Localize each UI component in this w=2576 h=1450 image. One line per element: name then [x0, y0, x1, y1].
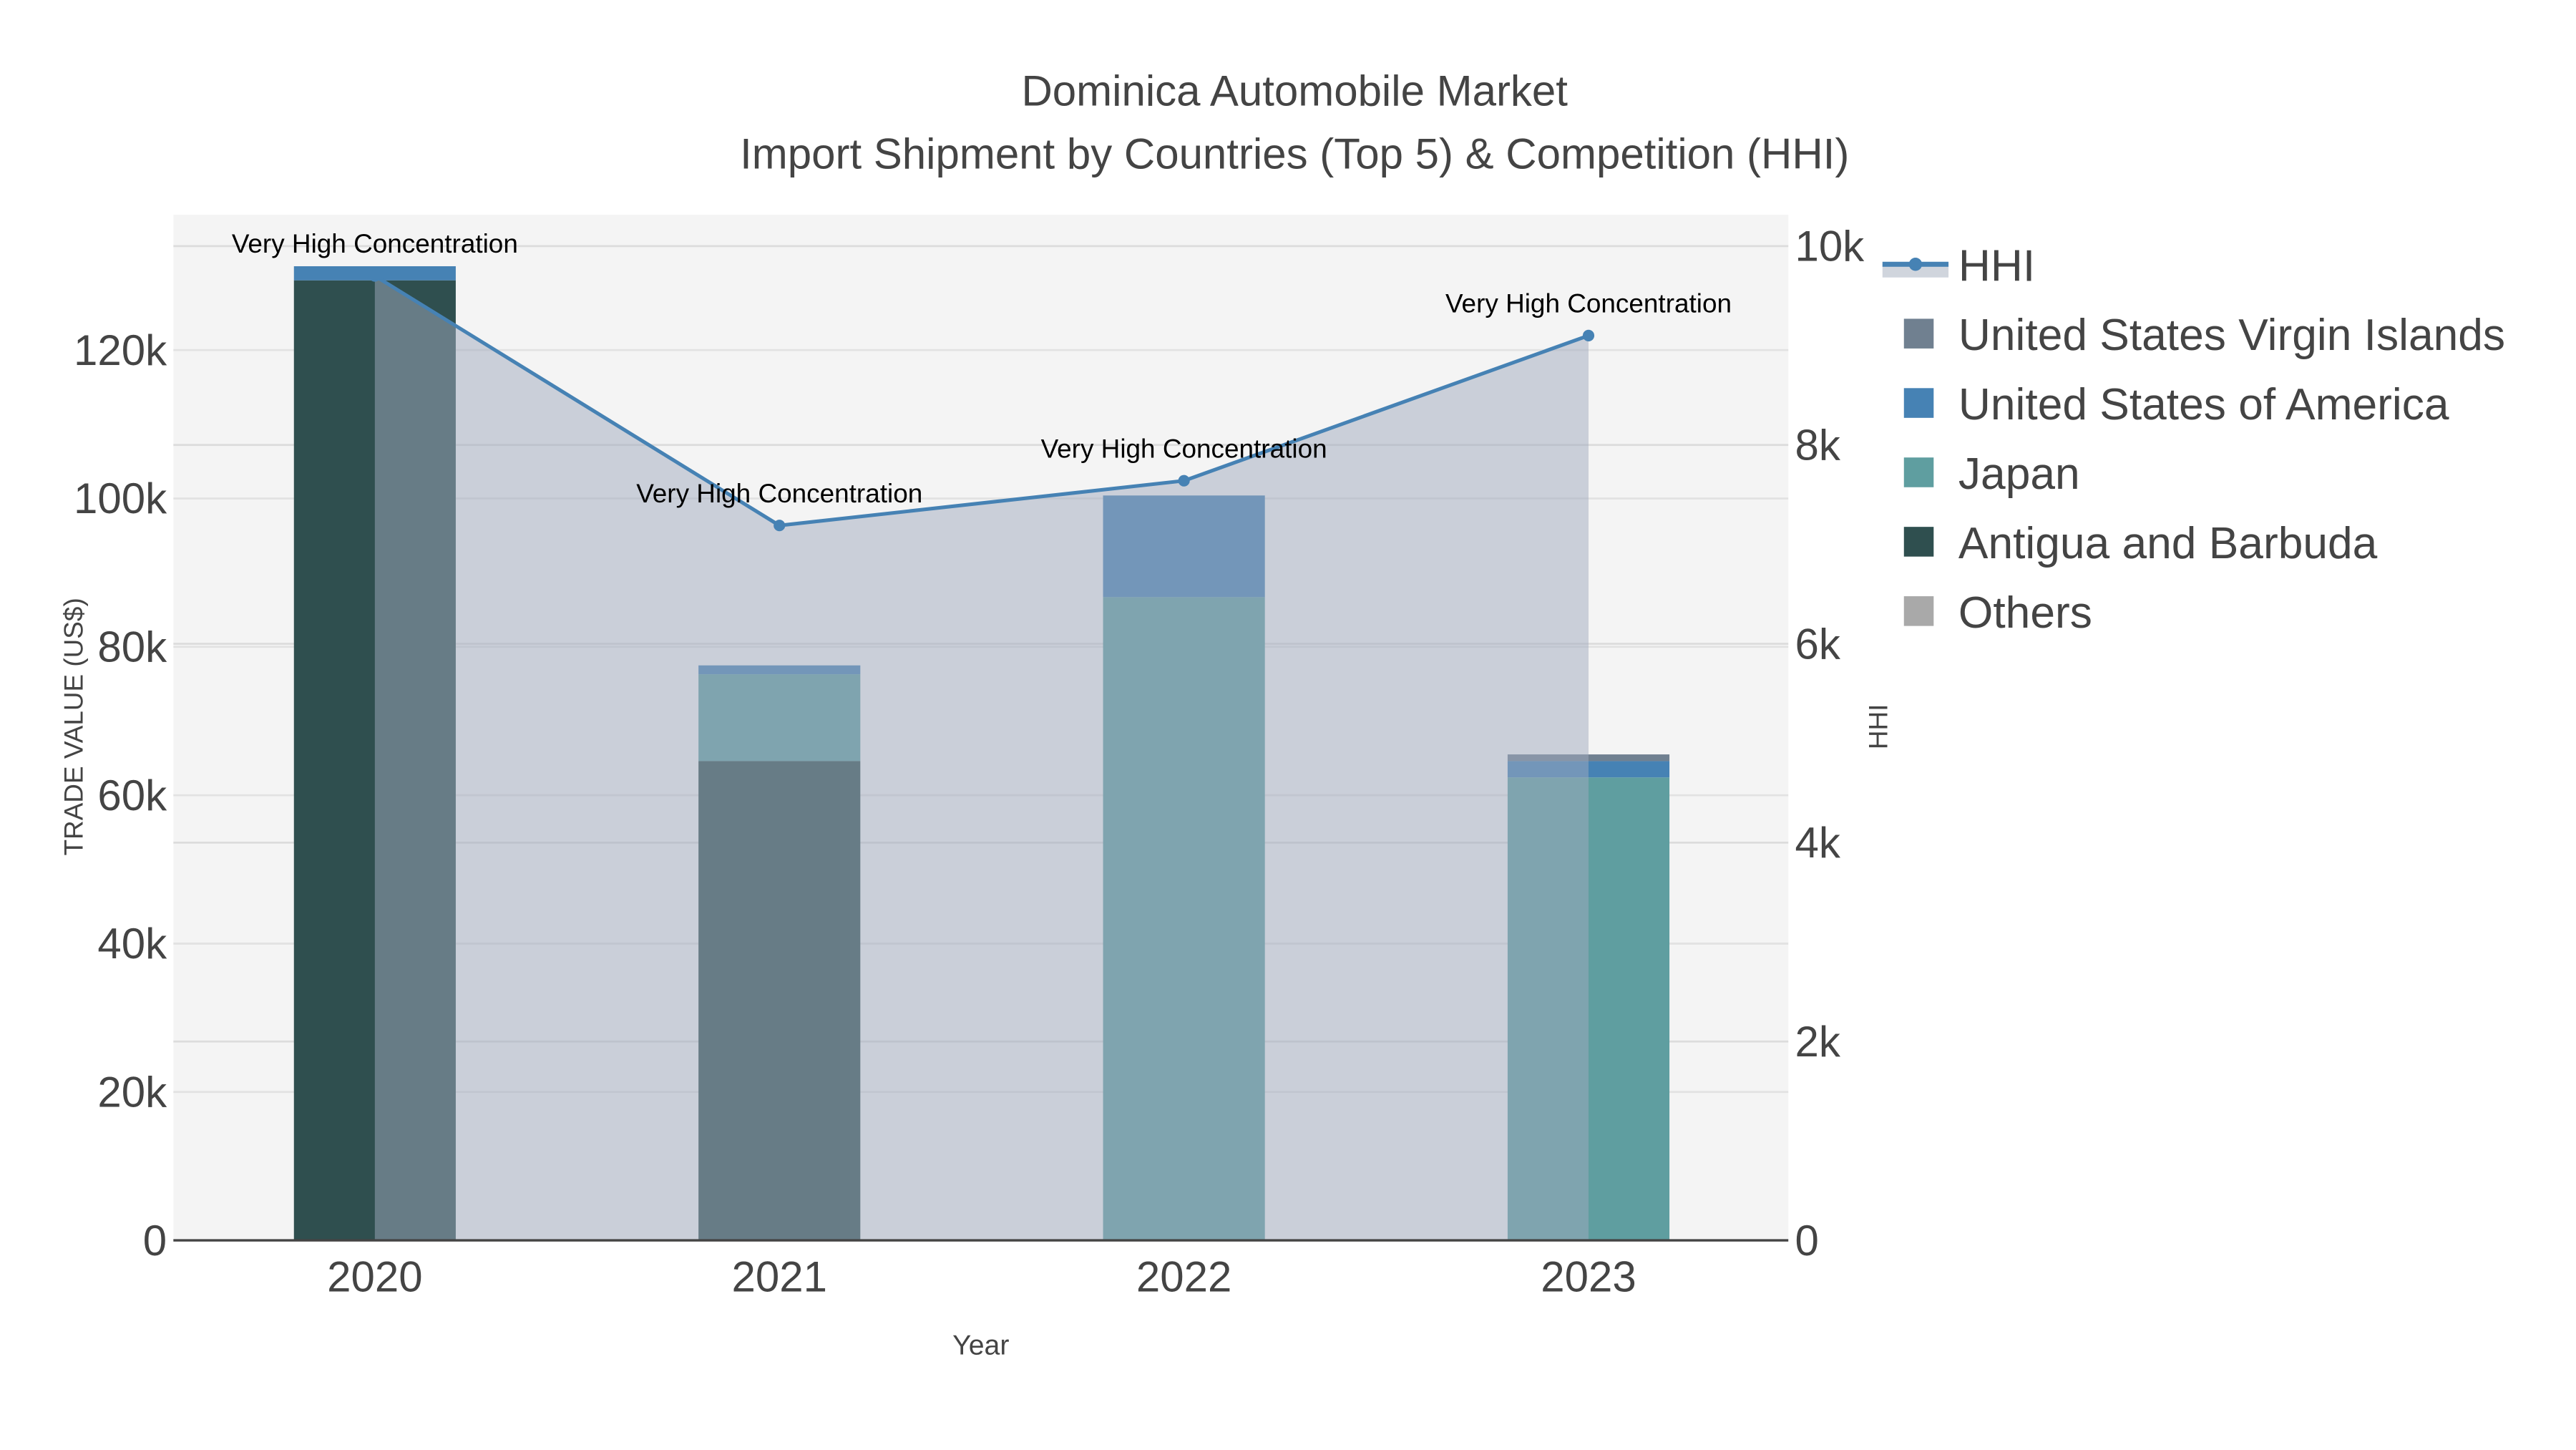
chart-title: Dominica Automobile Market	[1021, 67, 1568, 115]
hhi-point	[1178, 475, 1190, 487]
hhi-annotation: Very High Concentration	[1041, 434, 1327, 463]
legend-label: Antigua and Barbuda	[1958, 519, 2378, 568]
hhi-annotation: Very High Concentration	[232, 229, 518, 258]
y2-tick-label: 4k	[1795, 819, 1840, 867]
hhi-point	[1582, 329, 1595, 341]
legend-swatch	[1903, 457, 1934, 487]
chart-svg: Very High Concentration Very High Concent…	[59, 67, 2505, 1361]
hhi-annotation: Very High Concentration	[636, 479, 922, 508]
legend-label: Japan	[1958, 449, 2080, 499]
legend-label: United States Virgin Islands	[1958, 311, 2505, 360]
hhi-point	[369, 270, 381, 282]
x-tick-label: 2020	[327, 1253, 422, 1301]
y2-tick-label: 8k	[1795, 421, 1840, 469]
x-tick-label: 2022	[1136, 1253, 1231, 1301]
legend-swatch	[1903, 527, 1934, 557]
y2-tick-label: 10k	[1795, 223, 1865, 271]
legend-label: HHI	[1958, 241, 2035, 291]
x-tick-label: 2023	[1541, 1253, 1636, 1301]
legend-swatch	[1903, 596, 1934, 626]
y-tick-label: 40k	[97, 920, 167, 968]
y-axis-title: TRADE VALUE (US$)	[59, 598, 88, 855]
y-tick-label: 120k	[74, 326, 167, 374]
y2-tick-label: 6k	[1795, 620, 1840, 668]
hhi-point	[774, 520, 786, 532]
y-tick-label: 100k	[74, 475, 167, 522]
y-tick-label: 60k	[97, 772, 167, 819]
chart-subtitle: Import Shipment by Countries (Top 5) & C…	[740, 130, 1849, 177]
y-tick-label: 80k	[97, 623, 167, 671]
y-tick-label: 20k	[97, 1069, 167, 1116]
legend-label: United States of America	[1958, 380, 2449, 429]
x-tick-label: 2021	[732, 1253, 827, 1301]
legend-swatch	[1903, 388, 1934, 418]
y-tick-label: 0	[143, 1217, 167, 1265]
chart: Very High Concentration Very High Concent…	[0, 0, 2576, 1449]
x-axis-title: Year	[952, 1329, 1009, 1361]
legend-swatch	[1903, 318, 1934, 349]
y2-tick-label: 2k	[1795, 1018, 1840, 1066]
legend-hhi-marker	[1908, 257, 1923, 271]
y2-axis-title: HHI	[1864, 704, 1893, 750]
hhi-annotation: Very High Concentration	[1445, 289, 1732, 318]
y2-tick-label: 0	[1795, 1217, 1818, 1265]
legend-label: Others	[1958, 588, 2092, 638]
